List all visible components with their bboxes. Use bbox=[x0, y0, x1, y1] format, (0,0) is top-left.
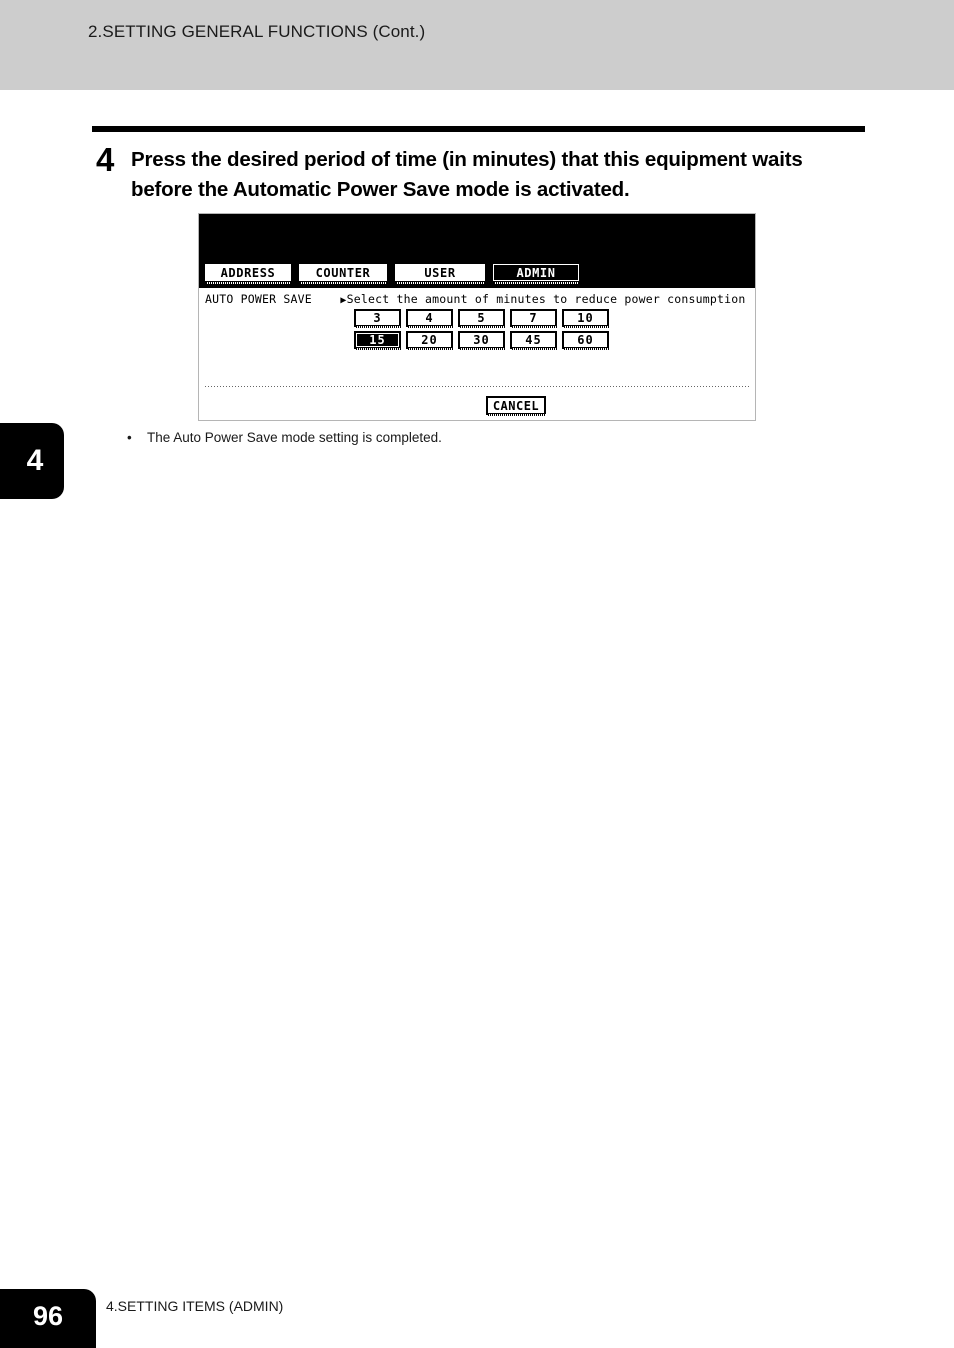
chapter-thumb-tab: 4 bbox=[0, 423, 64, 499]
minute-button-20[interactable]: 20 bbox=[406, 331, 453, 350]
note-line: • The Auto Power Save mode setting is com… bbox=[127, 430, 442, 445]
minute-button-7[interactable]: 7 bbox=[510, 309, 557, 328]
tab-user[interactable]: USER bbox=[393, 262, 487, 284]
minute-button-10-label: 10 bbox=[577, 311, 594, 325]
page-header-title: 2.SETTING GENERAL FUNCTIONS (Cont.) bbox=[88, 22, 426, 41]
cancel-button[interactable]: CANCEL bbox=[486, 396, 546, 416]
footer-section-title: 4.SETTING ITEMS (ADMIN) bbox=[106, 1298, 284, 1314]
minute-button-7-label: 7 bbox=[529, 311, 538, 325]
minute-button-30-label: 30 bbox=[473, 333, 490, 347]
note-text: The Auto Power Save mode setting is comp… bbox=[147, 430, 442, 445]
page-number: 96 bbox=[32, 1301, 64, 1331]
minute-button-grid: 3 4 5 7 10 15 20 30 45 60 bbox=[354, 309, 609, 350]
tab-counter[interactable]: COUNTER bbox=[297, 262, 389, 284]
page-header-band bbox=[0, 0, 954, 90]
prompt-text: Select the amount of minutes to reduce p… bbox=[346, 292, 746, 306]
step-number: 4 bbox=[96, 141, 115, 178]
minute-button-3-label: 3 bbox=[373, 311, 382, 325]
chapter-number: 4 bbox=[26, 444, 44, 477]
tab-admin-label: ADMIN bbox=[516, 265, 556, 280]
minute-button-4[interactable]: 4 bbox=[406, 309, 453, 328]
minute-button-15-label: 15 bbox=[369, 333, 386, 347]
lcd-panel-screenshot: ADDRESS COUNTER USER ADMIN AUTO POWER SA… bbox=[198, 213, 756, 421]
minute-button-15[interactable]: 15 bbox=[354, 331, 401, 350]
tab-admin[interactable]: ADMIN bbox=[491, 262, 581, 284]
minute-button-3[interactable]: 3 bbox=[354, 309, 401, 328]
lcd-separator-line bbox=[205, 386, 749, 387]
tab-user-label: USER bbox=[424, 265, 456, 280]
tab-address-label: ADDRESS bbox=[220, 265, 276, 280]
minute-button-5[interactable]: 5 bbox=[458, 309, 505, 328]
minute-button-45-label: 45 bbox=[525, 333, 542, 347]
minute-button-30[interactable]: 30 bbox=[458, 331, 505, 350]
minute-button-60[interactable]: 60 bbox=[562, 331, 609, 350]
minute-button-4-label: 4 bbox=[425, 311, 434, 325]
minute-button-60-label: 60 bbox=[577, 333, 594, 347]
setting-name-label: AUTO POWER SAVE bbox=[205, 292, 312, 306]
cancel-button-label: CANCEL bbox=[492, 398, 540, 413]
tab-address[interactable]: ADDRESS bbox=[203, 262, 293, 284]
minute-button-45[interactable]: 45 bbox=[510, 331, 557, 350]
minute-button-10[interactable]: 10 bbox=[562, 309, 609, 328]
minute-button-5-label: 5 bbox=[477, 311, 486, 325]
lcd-prompt-line: AUTO POWER SAVE ▶Select the amount of mi… bbox=[205, 292, 746, 306]
step-divider-rule bbox=[92, 126, 865, 132]
step-instruction-text: Press the desired period of time (in min… bbox=[131, 148, 803, 201]
lcd-tab-bar: ADDRESS COUNTER USER ADMIN bbox=[203, 262, 581, 286]
bullet-icon: • bbox=[127, 430, 132, 445]
page-number-tab: 96 bbox=[0, 1289, 96, 1348]
minute-button-row: 15 20 30 45 60 bbox=[354, 331, 609, 350]
minute-button-row: 3 4 5 7 10 bbox=[354, 309, 609, 328]
minute-button-20-label: 20 bbox=[421, 333, 438, 347]
tab-counter-label: COUNTER bbox=[315, 265, 371, 280]
